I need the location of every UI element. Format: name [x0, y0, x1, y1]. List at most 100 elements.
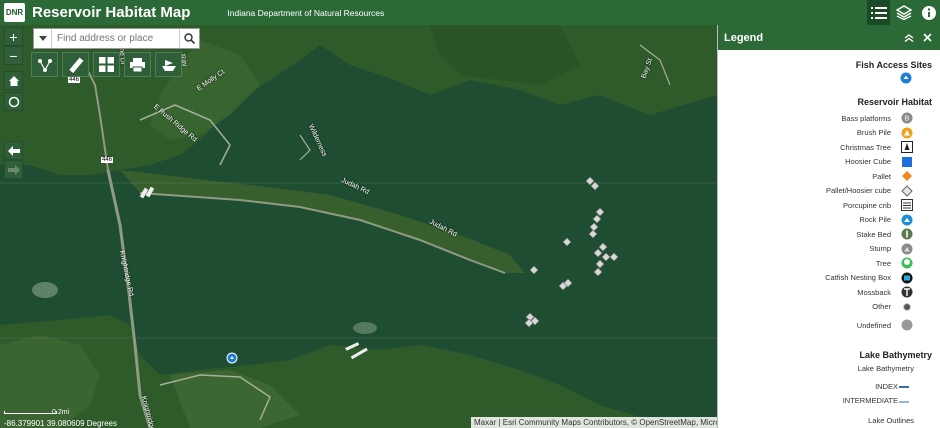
legend-item: Pallet/Hoosier cube: [718, 184, 940, 199]
stump-icon: [901, 243, 913, 255]
locate-icon: [8, 96, 19, 107]
search-input[interactable]: [52, 33, 177, 44]
legend-item-label: Tree: [875, 258, 891, 268]
legend-item: Mossback: [718, 285, 940, 300]
legend-panel: Legend Fish Access Sites Reservoir Habit…: [717, 25, 940, 428]
bathymetry-line-symbol: [899, 386, 909, 388]
layers-icon: [895, 5, 912, 20]
fishing-tool-button[interactable]: [155, 52, 182, 77]
directions-tool-button[interactable]: [31, 52, 58, 77]
search-button[interactable]: [179, 29, 199, 48]
legend-item: Rock Pile: [718, 213, 940, 228]
legend-toggle-button[interactable]: [867, 0, 890, 25]
legend-layer-fish-access: Fish Access Sites: [855, 60, 932, 70]
legend-item-label: Undefined: [856, 320, 891, 330]
search-icon: [184, 33, 195, 44]
close-icon: [922, 33, 932, 42]
legend-item: Catfish Nesting Box: [718, 271, 940, 286]
tree-icon: [901, 257, 913, 269]
legend-bathymetry-sublayer: Lake Bathymetry: [857, 364, 914, 373]
legend-layer-lake-bathymetry: Lake Bathymetry: [859, 350, 932, 360]
route-shield-446: 446: [68, 77, 81, 83]
rock-pile-icon: [901, 214, 913, 226]
scale-bar: [4, 411, 57, 414]
search-source-dropdown[interactable]: [34, 29, 52, 48]
legend-item: Bass platforms B: [718, 111, 940, 126]
printer-icon: [130, 57, 145, 72]
bass-platform-icon: B: [901, 112, 913, 124]
zoom-in-button[interactable]: +: [4, 27, 23, 46]
legend-item-label: Christmas Tree: [840, 142, 891, 152]
legend-list-icon: [870, 6, 887, 19]
pallet-hoosier-cube-marker: [589, 222, 599, 232]
next-extent-button[interactable]: [4, 160, 23, 179]
legend-bathymetry-item: INTERMEDIATE: [718, 394, 940, 409]
mossback-icon: [901, 286, 913, 298]
legend-item: Pallet: [718, 169, 940, 184]
legend-bathymetry-list: INDEX INTERMEDIATE: [718, 379, 940, 408]
legend-item-label: Brush Pile: [856, 128, 891, 138]
previous-extent-button[interactable]: [4, 141, 23, 160]
pallet-hoosier-cube-marker: [609, 252, 619, 262]
legend-item-label: Bass platforms: [841, 113, 891, 123]
measure-tool-button[interactable]: [62, 52, 89, 77]
legend-item-label: Rock Pile: [859, 215, 891, 225]
grid-icon: [99, 57, 114, 72]
bathymetry-line-symbol: [899, 400, 909, 403]
search-widget: [33, 28, 200, 49]
legend-item-label: Pallet/Hoosier cube: [825, 186, 891, 196]
locate-button[interactable]: [4, 92, 23, 111]
arrow-right-icon: [7, 164, 20, 175]
legend-fish-access-symbol-row: [718, 70, 940, 87]
other-icon: [903, 302, 911, 311]
bass-platform-marker: [350, 347, 368, 360]
basemap-gallery-button[interactable]: [93, 52, 120, 77]
pallet-hoosier-cube-marker: [529, 265, 539, 275]
close-panel-button[interactable]: [918, 33, 936, 42]
legend-habitat-list: Bass platforms B Brush Pile Christmas Tree H…: [718, 111, 940, 336]
map-view[interactable]: Judah Rd Judah Rd Knightridge Rd Knightr…: [0, 25, 717, 428]
hoosier-cube-icon: [902, 156, 912, 167]
map-attribution: Maxar | Esri Community Maps Contributors…: [471, 417, 717, 428]
collapse-panel-button[interactable]: [900, 33, 918, 42]
legend-item: Christmas Tree: [718, 140, 940, 155]
legend-item: Stake Bed: [718, 227, 940, 242]
about-button[interactable]: [917, 0, 940, 25]
habitat-markers: [139, 176, 619, 364]
fish-access-icon: [900, 72, 912, 84]
chevron-double-up-icon: [904, 33, 914, 42]
legend-item-label: Catfish Nesting Box: [825, 273, 891, 283]
zoom-out-button[interactable]: −: [4, 46, 23, 65]
legend-item-label: Hoosier Cube: [845, 157, 891, 167]
legend-item: Porcupine crib: [718, 198, 940, 213]
boat-icon: [161, 59, 176, 71]
layers-button[interactable]: [892, 0, 915, 25]
bass-platform-marker: [139, 187, 149, 199]
legend-item-label: INDEX: [875, 381, 898, 391]
legend-item: Undefined: [718, 314, 940, 336]
print-button[interactable]: [124, 52, 151, 77]
legend-item: Other: [718, 300, 940, 315]
legend-layer-reservoir-habitat: Reservoir Habitat: [857, 97, 932, 107]
legend-item-label: Other: [872, 302, 891, 312]
directions-icon: [37, 58, 52, 72]
pallet-hoosier-cube-marker: [595, 259, 605, 269]
arrow-left-icon: [7, 145, 20, 156]
legend-item-label: INTERMEDIATE: [842, 396, 898, 406]
coordinate-readout: -86.379901 39.080609 Degrees: [4, 419, 117, 428]
info-icon: [921, 5, 936, 20]
pallet-hoosier-cube-icon: [901, 185, 913, 197]
undefined-icon: [901, 319, 913, 331]
fish-access-site-marker: [226, 352, 238, 364]
legend-item-label: Porcupine crib: [843, 200, 891, 210]
legend-item: Hoosier Cube: [718, 155, 940, 170]
legend-item: Tree: [718, 256, 940, 271]
dnr-logo: DNR: [4, 3, 25, 22]
legend-title: Legend: [724, 31, 764, 44]
legend-item-label: Mossback: [857, 287, 891, 297]
caret-down-icon: [38, 36, 47, 41]
stake-bed-icon: [901, 228, 913, 240]
legend-item: Stump: [718, 242, 940, 257]
bass-platform-marker: [345, 342, 360, 351]
home-button[interactable]: [4, 71, 23, 90]
